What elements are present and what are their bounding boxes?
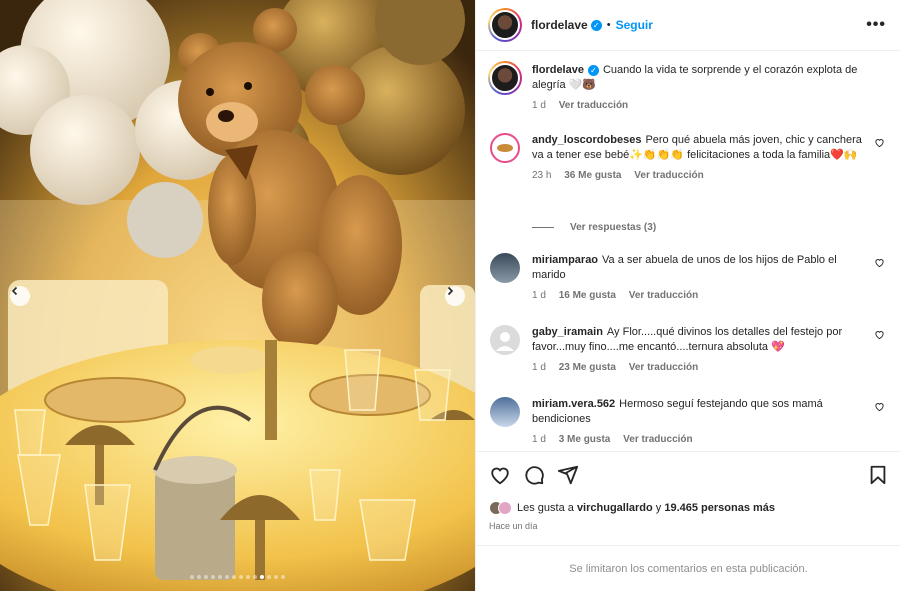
carousel-dot xyxy=(197,575,201,579)
comments-list[interactable]: flordelave ✓ Cuando la vida te sorprende y… xyxy=(476,51,900,451)
carousel-dot xyxy=(204,575,208,579)
view-replies-button[interactable]: Ver respuestas (3) xyxy=(532,222,656,233)
carousel-dot xyxy=(260,575,264,579)
likes-and: y xyxy=(655,502,662,514)
comment-meta: 1 d 16 Me gusta Ver traducción xyxy=(532,290,885,301)
caption: flordelave ✓ Cuando la vida te sorprende y… xyxy=(488,61,885,111)
caption-username[interactable]: flordelave xyxy=(532,64,584,76)
caption-time: 1 d xyxy=(532,100,546,111)
carousel-dot xyxy=(246,575,250,579)
chevron-right-icon xyxy=(447,286,454,296)
carousel-dot xyxy=(211,575,215,579)
post-photo[interactable] xyxy=(0,0,475,591)
logo-icon xyxy=(497,144,513,152)
author-username[interactable]: flordelave xyxy=(531,18,588,32)
translate-link[interactable]: Ver traducción xyxy=(634,170,703,181)
commenter-avatar[interactable] xyxy=(490,253,520,283)
carousel-dot xyxy=(232,575,236,579)
comment-icon[interactable] xyxy=(523,464,545,486)
follow-button[interactable]: Seguir xyxy=(616,18,653,32)
comment-time: 1 d xyxy=(532,434,546,445)
comment-likes[interactable]: 16 Me gusta xyxy=(559,290,616,301)
likes-prefix: Les gusta a xyxy=(517,502,574,514)
carousel-dot xyxy=(190,575,194,579)
verified-badge-icon: ✓ xyxy=(590,19,602,31)
chevron-left-icon xyxy=(11,286,18,296)
comment-likes[interactable]: 23 Me gusta xyxy=(559,362,616,373)
verified-badge-icon: ✓ xyxy=(587,64,599,76)
carousel-dot xyxy=(239,575,243,579)
bookmark-icon[interactable] xyxy=(867,464,889,486)
instagram-post-modal: flordelave ✓ • Seguir ••• flordelave ✓ Cua… xyxy=(0,0,900,591)
carousel-dot xyxy=(225,575,229,579)
action-icons xyxy=(489,464,889,486)
heart-icon[interactable] xyxy=(874,401,885,412)
heart-icon[interactable] xyxy=(874,137,885,148)
comment-item: gaby_iramain Ay Flor.....qué divinos los … xyxy=(490,325,885,373)
translate-link[interactable]: Ver traducción xyxy=(623,434,692,445)
liker-username[interactable]: virchugallardo xyxy=(577,502,653,514)
posted-time[interactable]: Hace un día xyxy=(489,521,538,531)
carousel-dot xyxy=(218,575,222,579)
comment-username[interactable]: miriam.vera.562 xyxy=(532,398,615,410)
carousel-dot xyxy=(281,575,285,579)
like-heart-icon[interactable] xyxy=(489,464,511,486)
post-photo-illustration xyxy=(0,0,475,591)
carousel-dot xyxy=(267,575,271,579)
comment-time: 1 d xyxy=(532,290,546,301)
heart-icon[interactable] xyxy=(874,257,885,268)
comments-limited-notice: Se limitaron los comentarios en esta pub… xyxy=(476,545,900,591)
more-options-icon[interactable]: ••• xyxy=(866,16,886,34)
translate-link[interactable]: Ver traducción xyxy=(559,100,628,111)
caption-meta: 1 d Ver traducción xyxy=(532,100,885,111)
separator-dot: • xyxy=(606,19,611,31)
default-user-icon xyxy=(496,332,514,351)
comment-item: miriamparao Va a ser abuela de unos de lo… xyxy=(490,253,885,301)
likes-summary: Les gusta a virchugallardo y 19.465 pers… xyxy=(489,501,775,515)
comment-item: andy_loscordobeses Pero qué abuela más jo… xyxy=(490,133,885,181)
comment-meta: 23 h 36 Me gusta Ver traducción xyxy=(532,170,885,181)
view-replies-label: Ver respuestas (3) xyxy=(570,222,657,233)
share-icon[interactable] xyxy=(557,464,579,486)
commenter-avatar[interactable] xyxy=(490,133,520,163)
post-actions: Les gusta a virchugallardo y 19.465 pers… xyxy=(476,451,900,546)
author-avatar[interactable] xyxy=(488,8,522,42)
comment-likes[interactable]: 36 Me gusta xyxy=(564,170,621,181)
next-slide-button[interactable] xyxy=(445,286,465,306)
replies-line xyxy=(532,227,554,228)
commenter-avatar[interactable] xyxy=(490,325,520,355)
carousel-indicator xyxy=(0,575,475,579)
comment-likes[interactable]: 3 Me gusta xyxy=(559,434,611,445)
comment-time: 23 h xyxy=(532,170,552,181)
caption-avatar[interactable] xyxy=(488,61,522,95)
comment-meta: 1 d 3 Me gusta Ver traducción xyxy=(532,434,885,445)
comment-username[interactable]: andy_loscordobeses xyxy=(532,134,641,146)
liker-avatar xyxy=(498,501,512,515)
post-details-panel: flordelave ✓ • Seguir ••• flordelave ✓ Cua… xyxy=(475,0,900,591)
carousel-dot xyxy=(274,575,278,579)
comment-item: miriam.vera.562 Hermoso seguí festejando … xyxy=(490,397,885,445)
post-header: flordelave ✓ • Seguir ••• xyxy=(476,0,900,51)
carousel-dot xyxy=(253,575,257,579)
comment-username[interactable]: miriamparao xyxy=(532,254,598,266)
translate-link[interactable]: Ver traducción xyxy=(629,290,698,301)
comment-username[interactable]: gaby_iramain xyxy=(532,326,603,338)
comment-meta: 1 d 23 Me gusta Ver traducción xyxy=(532,362,885,373)
heart-icon[interactable] xyxy=(874,329,885,340)
comment-time: 1 d xyxy=(532,362,546,373)
commenter-avatar[interactable] xyxy=(490,397,520,427)
likes-others[interactable]: 19.465 personas más xyxy=(664,502,775,514)
previous-slide-button[interactable] xyxy=(10,286,30,306)
translate-link[interactable]: Ver traducción xyxy=(629,362,698,373)
